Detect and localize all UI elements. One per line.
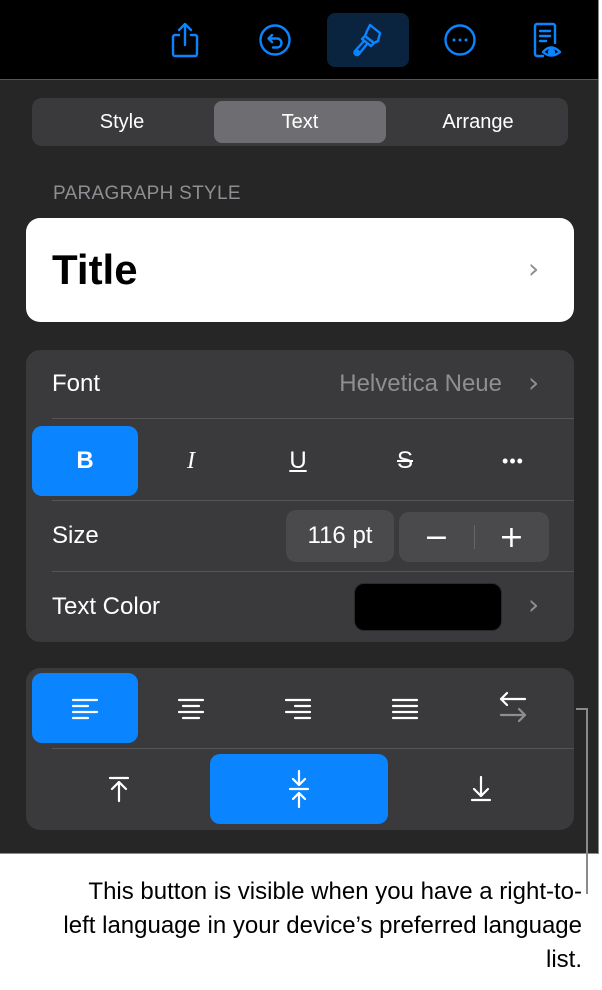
undo-icon (259, 24, 291, 56)
italic-button[interactable]: I (138, 426, 244, 496)
callout-text: This button is visible when you have a r… (63, 878, 582, 973)
align-right-button[interactable] (245, 673, 351, 743)
callout-leader-line (586, 708, 588, 894)
tab-text[interactable]: Text (214, 101, 386, 143)
decrease-size-button[interactable]: − (399, 512, 474, 562)
text-color-swatch[interactable] (354, 583, 502, 631)
tab-arrange[interactable]: Arrange (392, 101, 564, 143)
bold-button[interactable]: B (32, 426, 138, 496)
divider (52, 748, 574, 749)
chevron-right-icon: › (528, 366, 540, 399)
alignment-group (26, 668, 574, 830)
align-center-icon (177, 698, 205, 720)
text-direction-icon (499, 691, 527, 723)
divider (52, 500, 574, 501)
align-middle-icon (288, 769, 310, 809)
document-eye-icon (533, 22, 562, 58)
paragraph-style-button[interactable]: Title › (26, 218, 574, 322)
format-button[interactable] (327, 13, 409, 67)
font-row[interactable]: Font Helvetica Neue › (26, 350, 574, 418)
increase-size-button[interactable]: + (474, 512, 549, 562)
tab-style[interactable]: Style (36, 101, 208, 143)
size-label: Size (52, 522, 99, 549)
align-top-icon (108, 776, 130, 803)
paragraph-style-label: PARAGRAPH STYLE (53, 183, 241, 204)
text-color-label: Text Color (52, 593, 161, 620)
toolbar (0, 0, 598, 80)
chevron-right-icon[interactable]: › (528, 588, 539, 621)
chevron-right-icon: › (528, 252, 540, 285)
undo-button[interactable] (234, 13, 316, 67)
justify-button[interactable] (352, 673, 458, 743)
underline-button[interactable]: U (245, 426, 351, 496)
more-text-options-button[interactable]: ••• (460, 426, 566, 496)
inspector-tabs: Style Text Arrange (32, 98, 568, 146)
align-middle-button[interactable] (210, 754, 388, 824)
divider (52, 571, 574, 572)
align-bottom-icon (470, 775, 492, 802)
font-settings-group: Font Helvetica Neue › B I U S ••• Size 1… (26, 350, 574, 642)
font-size-field[interactable]: 116 pt (286, 510, 394, 562)
align-right-icon (284, 698, 312, 720)
paintbrush-icon (353, 23, 382, 57)
text-direction-button[interactable] (460, 673, 566, 743)
align-left-icon (71, 698, 99, 720)
align-center-button[interactable] (138, 673, 244, 743)
format-panel: Style Text Arrange PARAGRAPH STYLE Title… (0, 0, 599, 854)
divider (52, 418, 574, 419)
align-left-button[interactable] (32, 673, 138, 743)
ellipsis-circle-icon (444, 24, 476, 56)
font-size-stepper: − + (399, 512, 549, 562)
font-value: Helvetica Neue (339, 370, 502, 397)
strikethrough-button[interactable]: S (352, 426, 458, 496)
align-bottom-button[interactable] (416, 754, 546, 824)
more-button[interactable] (419, 13, 501, 67)
justify-icon (391, 698, 419, 720)
share-icon (171, 22, 199, 58)
font-label: Font (52, 370, 101, 397)
share-button[interactable] (144, 13, 226, 67)
align-top-button[interactable] (54, 754, 184, 824)
reading-view-button[interactable] (505, 13, 587, 67)
paragraph-style-value: Title (52, 246, 138, 293)
